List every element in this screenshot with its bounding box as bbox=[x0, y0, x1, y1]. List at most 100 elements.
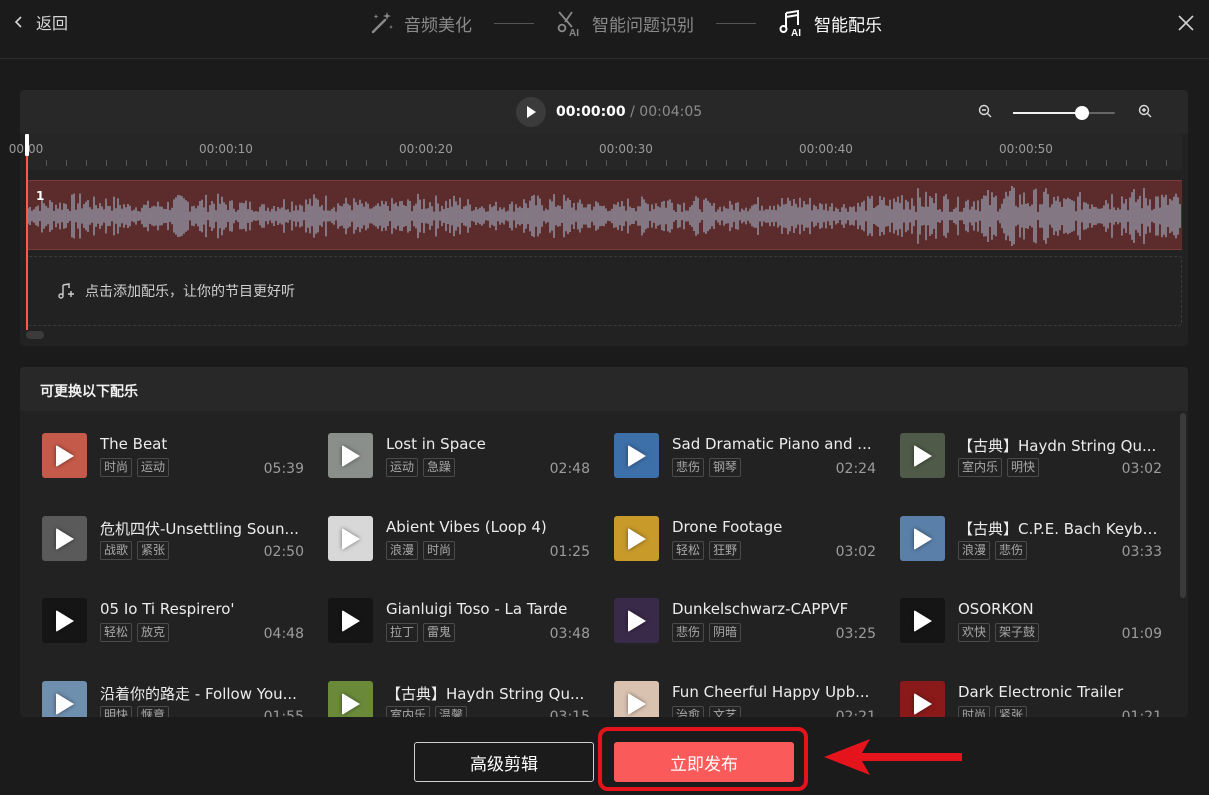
music-item[interactable]: Drone Footage 轻松 狂野 03:02 bbox=[614, 514, 876, 564]
add-music-track[interactable]: 点击添加配乐，让你的节目更好听 bbox=[26, 256, 1182, 326]
horizontal-scrollbar[interactable] bbox=[26, 331, 44, 339]
music-tags: 治愈 文艺 bbox=[672, 706, 742, 717]
header-divider bbox=[0, 58, 1209, 59]
ruler-tick bbox=[486, 160, 487, 166]
playhead-handle[interactable] bbox=[25, 134, 29, 156]
zoom-slider-fill bbox=[1013, 112, 1083, 114]
music-tag: 轻松 bbox=[100, 623, 133, 642]
music-cover[interactable] bbox=[900, 516, 945, 561]
music-cover[interactable] bbox=[900, 681, 945, 717]
music-title: Gianluigi Toso - La Tarde bbox=[386, 600, 568, 618]
zoom-slider-handle[interactable] bbox=[1075, 106, 1090, 120]
play-icon[interactable] bbox=[342, 610, 360, 632]
ruler-tick bbox=[506, 160, 507, 166]
play-icon[interactable] bbox=[342, 445, 360, 467]
music-item[interactable]: Fun Cheerful Happy Upb... 治愈 文艺 02:21 bbox=[614, 679, 876, 717]
music-item[interactable]: Abient Vibes (Loop 4) 浪漫 时尚 01:25 bbox=[328, 514, 590, 564]
music-tag: 钢琴 bbox=[709, 458, 742, 477]
music-item[interactable]: Lost in Space 运动 急躁 02:48 bbox=[328, 431, 590, 481]
advanced-edit-button[interactable]: 高级剪辑 bbox=[414, 742, 594, 782]
music-cover[interactable] bbox=[900, 598, 945, 643]
back-button[interactable]: 返回 bbox=[12, 10, 68, 34]
music-cover[interactable] bbox=[614, 598, 659, 643]
ruler-tick-label: 00:00:40 bbox=[799, 142, 853, 156]
music-item[interactable]: The Beat 时尚 运动 05:39 bbox=[42, 431, 304, 481]
music-cover[interactable] bbox=[614, 681, 659, 717]
play-icon[interactable] bbox=[56, 610, 74, 632]
music-item[interactable]: 危机四伏-Unsettling Soun... 战歌 紧张 02:50 bbox=[42, 514, 304, 564]
ruler-tick bbox=[586, 160, 587, 166]
music-cover[interactable] bbox=[328, 516, 373, 561]
ruler-tick bbox=[146, 160, 147, 166]
play-icon[interactable] bbox=[914, 610, 932, 632]
music-item[interactable]: Sad Dramatic Piano and ... 悲伤 钢琴 02:24 bbox=[614, 431, 876, 481]
music-cover[interactable] bbox=[328, 681, 373, 717]
music-item[interactable]: Gianluigi Toso - La Tarde 拉丁 雷鬼 03:48 bbox=[328, 596, 590, 646]
play-icon[interactable] bbox=[56, 528, 74, 550]
music-tag: 时尚 bbox=[100, 458, 133, 477]
music-cover[interactable] bbox=[42, 598, 87, 643]
zoom-out-icon[interactable] bbox=[978, 104, 992, 118]
play-icon[interactable] bbox=[914, 528, 932, 550]
play-button[interactable] bbox=[516, 97, 546, 127]
music-title: Lost in Space bbox=[386, 435, 486, 453]
music-cover[interactable] bbox=[900, 433, 945, 478]
music-tags: 轻松 狂野 bbox=[672, 541, 742, 560]
play-icon[interactable] bbox=[342, 693, 360, 715]
play-icon[interactable] bbox=[56, 445, 74, 467]
music-cover[interactable] bbox=[614, 433, 659, 478]
music-item[interactable]: 【古典】C.P.E. Bach Keybo... 浪漫 悲伤 03:33 bbox=[900, 514, 1162, 564]
ruler-tick bbox=[846, 160, 847, 166]
play-icon[interactable] bbox=[628, 610, 646, 632]
ruler-tick bbox=[446, 160, 447, 166]
ruler-tick bbox=[566, 160, 567, 166]
vertical-scrollbar[interactable] bbox=[1180, 413, 1186, 598]
music-item[interactable]: 05 Io Ti Respirero' 轻松 放克 04:48 bbox=[42, 596, 304, 646]
ruler-tick bbox=[806, 160, 807, 166]
music-tags: 悲伤 阴暗 bbox=[672, 623, 742, 642]
music-item[interactable]: 【古典】Haydn String Qu... 室内乐 明快 03:02 bbox=[900, 431, 1162, 481]
publish-button[interactable]: 立即发布 bbox=[614, 742, 794, 782]
music-tag: 时尚 bbox=[958, 706, 991, 717]
ruler-tick bbox=[106, 160, 107, 166]
playhead[interactable] bbox=[26, 134, 28, 330]
audio-track[interactable]: 1 bbox=[26, 180, 1182, 250]
play-icon[interactable] bbox=[628, 528, 646, 550]
play-icon[interactable] bbox=[628, 445, 646, 467]
total-time: 00:04:05 bbox=[639, 104, 703, 120]
play-icon[interactable] bbox=[914, 693, 932, 715]
step-issue-detection[interactable]: AI 智能问题识别 bbox=[556, 9, 694, 37]
music-duration: 03:25 bbox=[835, 626, 876, 642]
ruler-tick bbox=[686, 160, 687, 166]
music-cover[interactable] bbox=[42, 516, 87, 561]
music-cover[interactable] bbox=[614, 516, 659, 561]
play-icon[interactable] bbox=[914, 445, 932, 467]
step-audio-beautify[interactable]: 音频美化 bbox=[368, 9, 472, 37]
ruler-tick bbox=[406, 160, 407, 166]
music-cover[interactable] bbox=[328, 598, 373, 643]
ruler-tick bbox=[226, 160, 227, 166]
music-duration: 02:21 bbox=[835, 709, 876, 717]
music-item[interactable]: 沿着你的路走 - Follow You... 明快 惬意 01:55 bbox=[42, 679, 304, 717]
play-icon[interactable] bbox=[56, 693, 74, 715]
close-icon[interactable] bbox=[1177, 14, 1195, 32]
music-item[interactable]: Dark Electronic Trailer 时尚 紧张 01:21 bbox=[900, 679, 1162, 717]
music-cover[interactable] bbox=[42, 681, 87, 717]
ruler-tick bbox=[1006, 160, 1007, 166]
music-item[interactable]: 【古典】Haydn String Qu... 室内乐 温馨 03:15 bbox=[328, 679, 590, 717]
play-icon[interactable] bbox=[628, 693, 646, 715]
music-cover[interactable] bbox=[42, 433, 87, 478]
zoom-slider[interactable] bbox=[1013, 106, 1115, 120]
music-title: Sad Dramatic Piano and ... bbox=[672, 435, 872, 453]
music-tag: 欢快 bbox=[958, 623, 991, 642]
time-ruler[interactable]: 00:0000:00:1000:00:2000:00:3000:00:4000:… bbox=[9, 134, 1182, 170]
music-tag: 明快 bbox=[1007, 458, 1040, 477]
music-item[interactable]: OSORKON 欢快 架子鼓 01:09 bbox=[900, 596, 1162, 646]
zoom-in-icon[interactable] bbox=[1138, 104, 1152, 118]
step-smart-music[interactable]: AI 智能配乐 bbox=[778, 9, 882, 37]
music-tag: 明快 bbox=[100, 706, 133, 717]
play-icon[interactable] bbox=[342, 528, 360, 550]
music-tag: 浪漫 bbox=[386, 541, 419, 560]
music-item[interactable]: Dunkelschwarz-CAPPVF 悲伤 阴暗 03:25 bbox=[614, 596, 876, 646]
music-cover[interactable] bbox=[328, 433, 373, 478]
